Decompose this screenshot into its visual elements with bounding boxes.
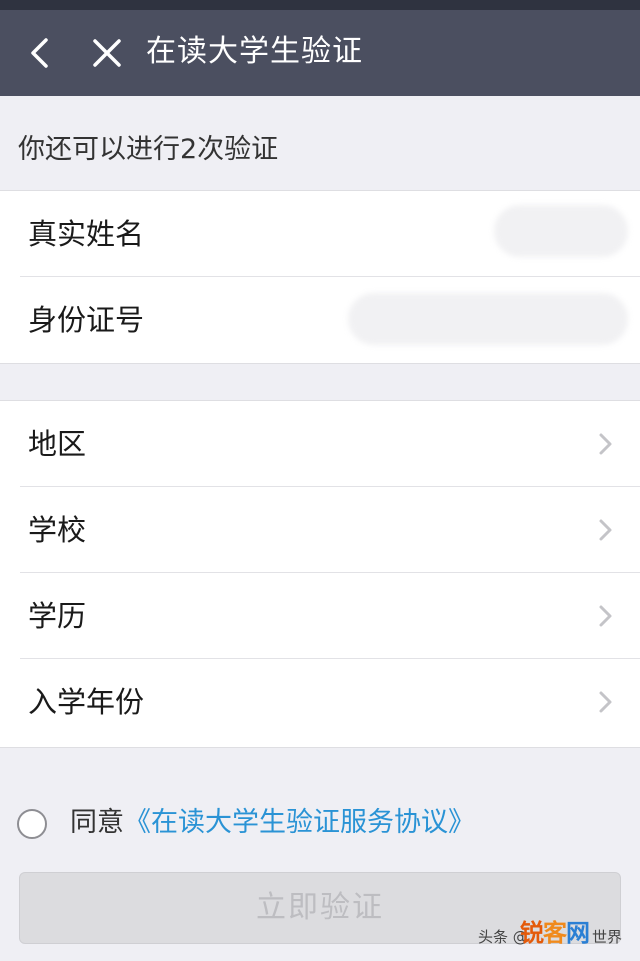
id-number-value-redacted xyxy=(348,293,628,345)
agreement-text: 同意《在读大学生验证服务协议》 xyxy=(70,802,475,844)
watermark-logo-char: 客 xyxy=(543,919,567,947)
watermark-logo-char: 锐 xyxy=(520,919,544,947)
watermark-tail: 世界 xyxy=(592,928,623,946)
identity-section: 真实姓名 身份证号 xyxy=(0,190,640,364)
id-number-label: 身份证号 xyxy=(28,303,145,337)
close-icon xyxy=(93,39,121,67)
watermark-logo-char: 网 xyxy=(566,919,590,947)
enrollment-year-label: 入学年份 xyxy=(28,685,145,719)
remaining-attempts-text: 你还可以进行2次验证 xyxy=(18,134,279,165)
real-name-label: 真实姓名 xyxy=(28,217,145,251)
real-name-field[interactable]: 真实姓名 xyxy=(0,191,640,277)
watermark-logo: 锐客网 xyxy=(520,913,590,948)
real-name-value-redacted xyxy=(494,205,628,257)
chevron-right-icon xyxy=(599,691,612,713)
region-row[interactable]: 地区 xyxy=(0,401,640,487)
id-number-field[interactable]: 身份证号 xyxy=(0,277,640,363)
back-button[interactable] xyxy=(24,34,58,72)
agreement-link[interactable]: 《在读大学生验证服务协议》 xyxy=(124,807,475,838)
agreement-radio[interactable] xyxy=(17,809,47,839)
chevron-right-icon xyxy=(599,519,612,541)
page-title: 在读大学生验证 xyxy=(146,34,363,69)
chevron-right-icon xyxy=(599,433,612,455)
school-section: 地区 学校 学历 入学年份 xyxy=(0,400,640,748)
school-row[interactable]: 学校 xyxy=(0,487,640,573)
enrollment-year-row[interactable]: 入学年份 xyxy=(0,659,640,745)
close-button[interactable] xyxy=(88,34,126,72)
navigation-bar: 在读大学生验证 xyxy=(0,10,640,96)
agreement-row: 同意《在读大学生验证服务协议》 xyxy=(0,800,640,850)
agreement-prefix: 同意 xyxy=(70,807,124,838)
chevron-left-icon xyxy=(31,38,48,68)
school-label: 学校 xyxy=(28,513,87,547)
education-label: 学历 xyxy=(28,599,87,633)
status-bar xyxy=(0,0,640,10)
education-row[interactable]: 学历 xyxy=(0,573,640,659)
chevron-right-icon xyxy=(599,605,612,627)
region-label: 地区 xyxy=(28,427,87,461)
